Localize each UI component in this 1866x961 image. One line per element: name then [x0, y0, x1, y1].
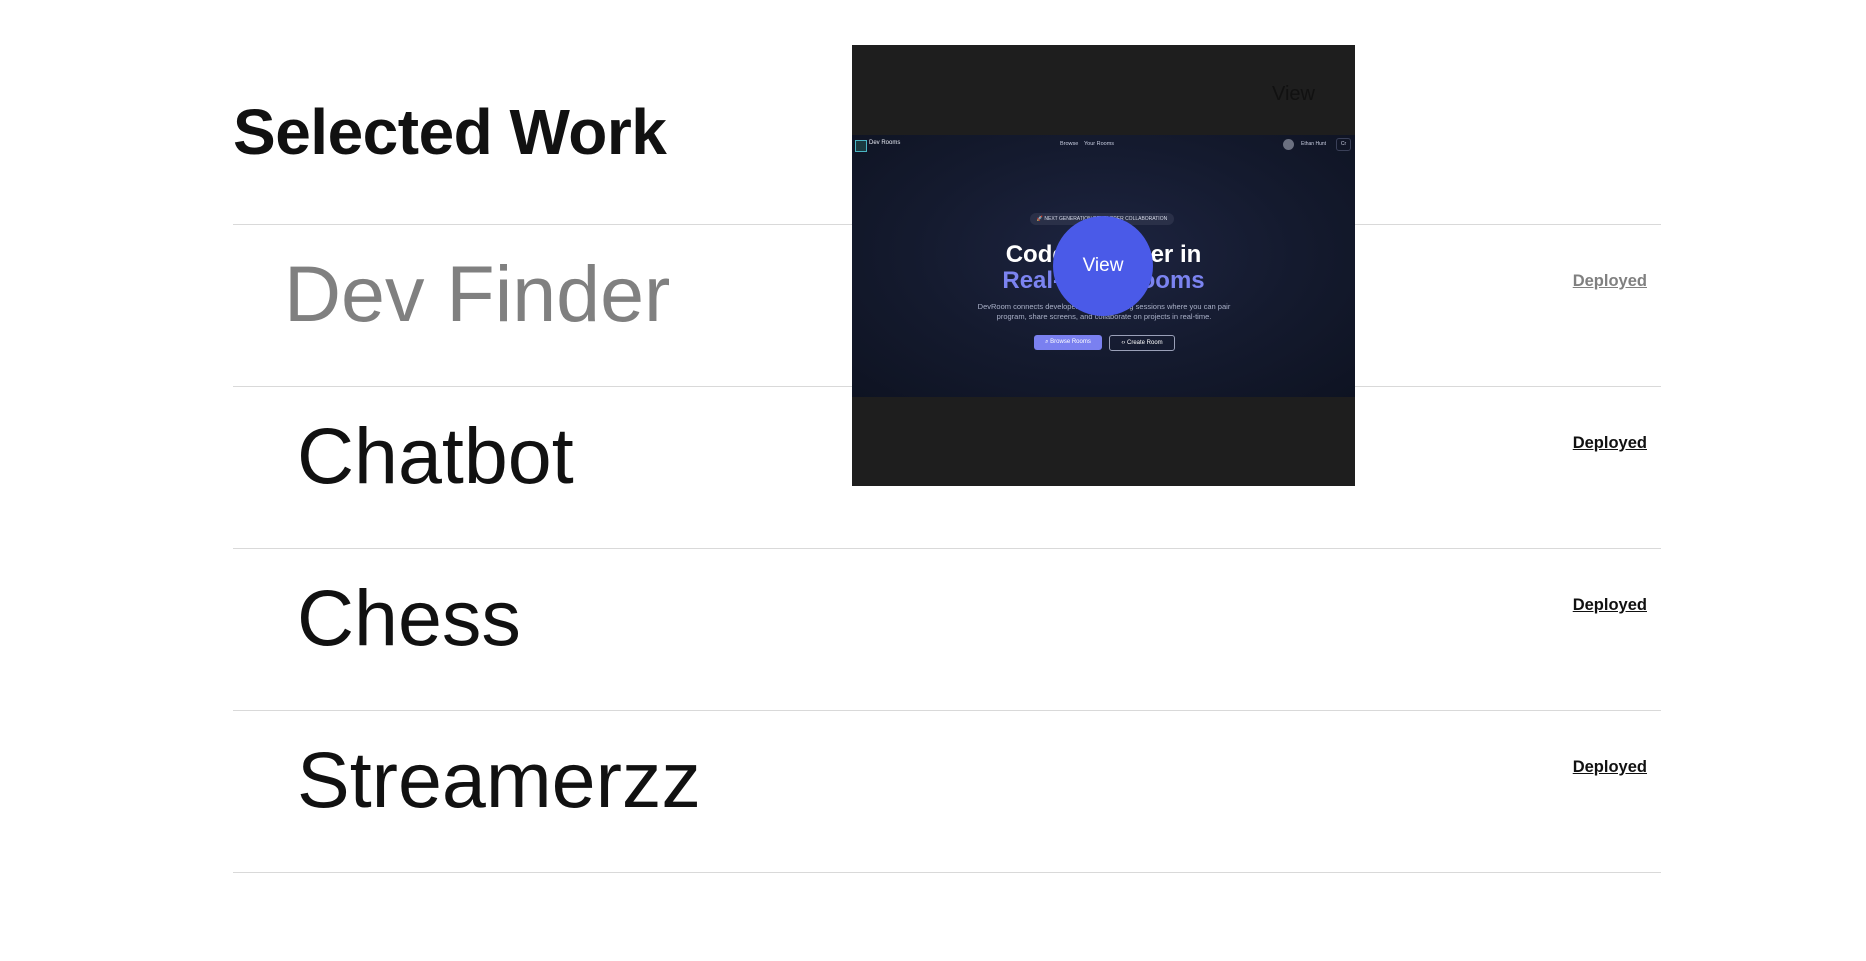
screenshot-create-label: Create Room	[1126, 340, 1163, 346]
screenshot-nav-link: Your Rooms	[1084, 141, 1115, 147]
deployed-link[interactable]: Deployed	[1573, 757, 1647, 777]
project-row-streamerzz[interactable]: Streamerzz Deployed	[233, 710, 1661, 873]
project-row-chess[interactable]: Chess Deployed	[233, 548, 1661, 710]
project-name: Dev Finder	[284, 249, 671, 338]
deployed-link[interactable]: Deployed	[1573, 271, 1647, 291]
screenshot-create-button: ‹› Create Room	[1109, 335, 1175, 351]
screenshot-brand: Dev Rooms	[869, 140, 901, 146]
deployed-link[interactable]: Deployed	[1573, 595, 1647, 615]
project-name: Streamerzz	[297, 735, 701, 824]
screenshot-nav-button: Cr	[1336, 138, 1351, 151]
view-button[interactable]: View	[1053, 216, 1153, 316]
logo-icon	[855, 140, 867, 152]
project-preview[interactable]: View Dev Rooms Browse Your Rooms Ethan H…	[852, 45, 1355, 486]
avatar	[1283, 139, 1294, 150]
deployed-link[interactable]: Deployed	[1573, 433, 1647, 453]
screenshot-browse-button: ⌕ Browse Rooms	[1034, 335, 1102, 350]
preview-corner-label: View	[1272, 83, 1315, 105]
project-name: Chess	[297, 573, 521, 662]
project-name: Chatbot	[297, 411, 574, 500]
screenshot-navbar: Dev Rooms Browse Your Rooms Ethan Hunt C…	[852, 135, 1355, 157]
screenshot-browse-label: Browse Rooms	[1050, 339, 1091, 345]
page-title: Selected Work	[233, 96, 667, 168]
screenshot-user: Ethan Hunt	[1301, 141, 1327, 147]
screenshot-nav-link: Browse	[1060, 141, 1079, 147]
